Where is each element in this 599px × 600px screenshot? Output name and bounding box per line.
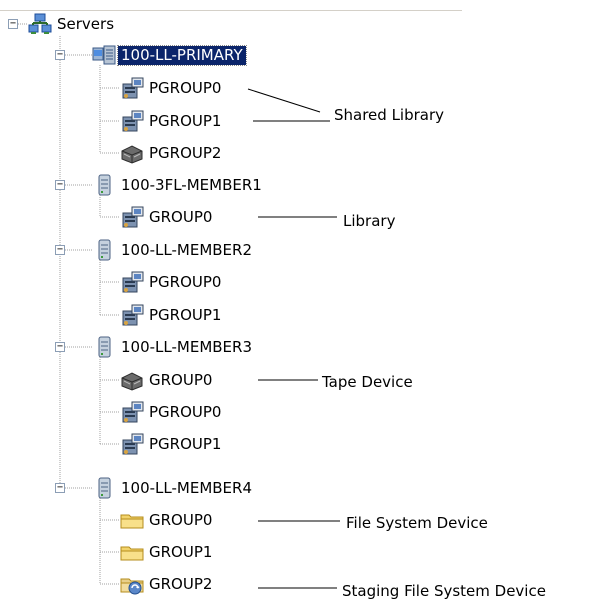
tree-node-label: PGROUP1 — [149, 434, 222, 453]
library-icon — [120, 77, 146, 99]
tree-node-server[interactable]: 100-3FL-MEMBER1 — [92, 174, 265, 196]
member-server-icon — [92, 336, 118, 358]
annotation-leader-shared-library — [247, 88, 321, 113]
tree-node-server[interactable]: 100-LL-MEMBER2 — [92, 239, 255, 261]
tree-node-group[interactable]: GROUP2 — [120, 573, 215, 595]
tree-node-label: GROUP0 — [149, 207, 213, 226]
tree-node-group[interactable]: PGROUP0 — [120, 401, 224, 423]
library-icon — [120, 304, 146, 326]
tree-node-server[interactable]: 100-LL-MEMBER3 — [92, 336, 255, 358]
annotation-tape-device: Tape Device — [322, 373, 413, 391]
tree-node-label: 100-LL-MEMBER2 — [121, 240, 253, 259]
annotation-staging-file-system-device: Staging File System Device — [342, 582, 546, 600]
tree-node-label: PGROUP1 — [149, 305, 222, 324]
tree-node-group[interactable]: GROUP0 — [120, 369, 215, 391]
staging-folder-icon — [120, 573, 146, 595]
library-icon — [120, 271, 146, 293]
annotation-shared-library: Shared Library — [334, 106, 445, 124]
tree-node-label: 100-LL-MEMBER3 — [121, 337, 253, 356]
folder-icon — [120, 509, 146, 531]
tree-node-group[interactable]: PGROUP0 — [120, 271, 224, 293]
network-servers-icon — [28, 13, 54, 35]
library-icon — [120, 401, 146, 423]
tree-node-group[interactable]: GROUP1 — [120, 542, 215, 562]
tape-drive-icon — [120, 369, 146, 391]
tree-node-group[interactable]: GROUP0 — [120, 206, 215, 228]
tree-node-label: 100-LL-PRIMARY — [117, 44, 247, 66]
tree-node-group[interactable]: GROUP0 — [120, 510, 215, 530]
tree-node-group[interactable]: PGROUP2 — [120, 142, 224, 164]
expand-collapse-toggle-server[interactable]: − — [55, 483, 65, 493]
tree-node-label: PGROUP2 — [149, 143, 222, 162]
tree-node-label: GROUP2 — [149, 574, 213, 593]
member-server-icon — [92, 477, 118, 499]
server-tree: Shared Library Library Tape Device File … — [0, 0, 599, 600]
tree-node-group[interactable]: PGROUP1 — [120, 433, 224, 455]
tree-node-label: 100-LL-MEMBER4 — [121, 478, 253, 497]
folder-icon — [120, 541, 146, 563]
expand-collapse-toggle-server[interactable]: − — [55, 50, 65, 60]
expand-collapse-toggle-server[interactable]: − — [55, 245, 65, 255]
tree-node-label: PGROUP0 — [149, 272, 222, 291]
tree-node-server[interactable]: 100-LL-MEMBER4 — [92, 477, 255, 499]
annotation-file-system-device: File System Device — [346, 514, 488, 532]
tree-node-label: Servers — [57, 14, 115, 33]
tree-node-group[interactable]: PGROUP0 — [120, 77, 224, 99]
member-server-icon — [92, 174, 118, 196]
tree-node-server[interactable]: 100-LL-PRIMARY — [92, 44, 247, 66]
tree-node-group[interactable]: PGROUP1 — [120, 110, 224, 132]
annotation-library: Library — [343, 212, 396, 230]
tree-connector-lines — [18, 23, 340, 589]
tree-node-label: GROUP1 — [149, 542, 213, 561]
tree-node-servers-root[interactable]: Servers — [28, 13, 117, 35]
expand-collapse-toggle-server[interactable]: − — [55, 180, 65, 190]
tree-node-label: GROUP0 — [149, 370, 213, 389]
tree-node-label: GROUP0 — [149, 510, 213, 529]
tree-node-label: 100-3FL-MEMBER1 — [121, 175, 262, 194]
library-icon — [120, 206, 146, 228]
tree-node-label: PGROUP1 — [149, 111, 222, 130]
primary-server-icon — [92, 44, 118, 66]
tree-node-label: PGROUP0 — [149, 402, 222, 421]
expand-collapse-toggle-root[interactable]: − — [8, 19, 18, 29]
tape-drive-icon — [120, 142, 146, 164]
tree-node-label: PGROUP0 — [149, 78, 222, 97]
expand-collapse-toggle-server[interactable]: − — [55, 342, 65, 352]
tree-node-group[interactable]: PGROUP1 — [120, 304, 224, 326]
library-icon — [120, 433, 146, 455]
member-server-icon — [92, 239, 118, 261]
library-icon — [120, 110, 146, 132]
